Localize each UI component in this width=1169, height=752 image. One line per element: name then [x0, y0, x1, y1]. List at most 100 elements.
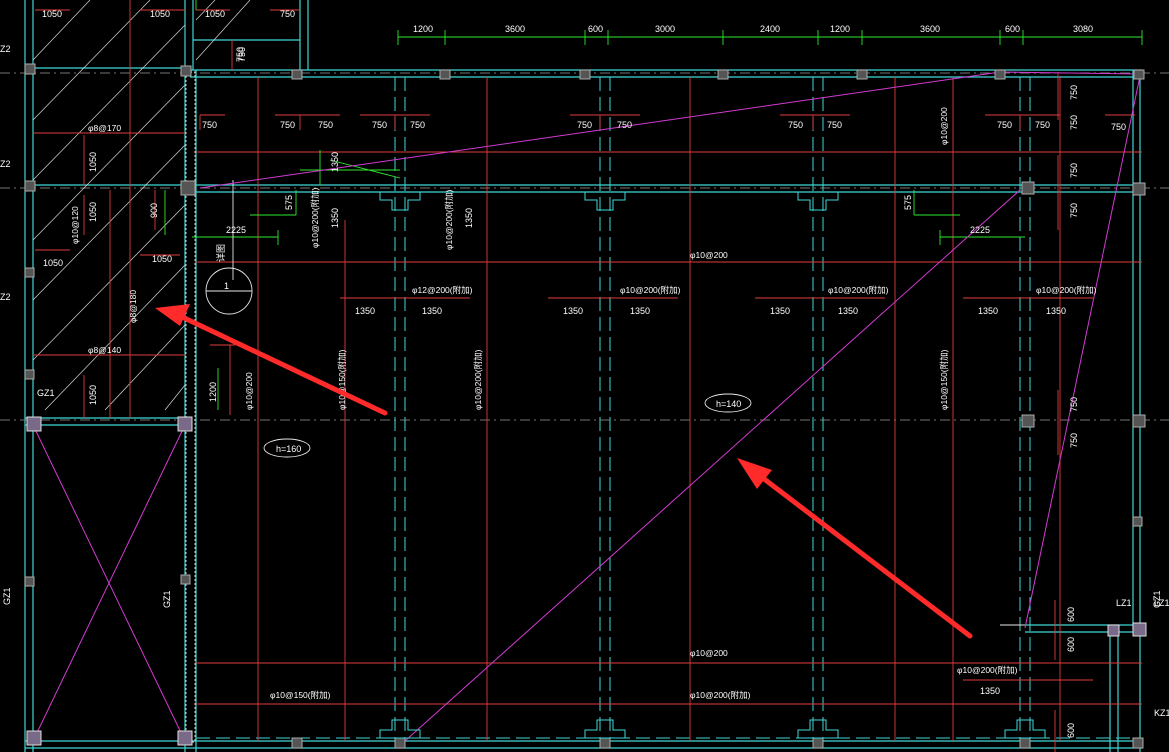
- column-label: LZ1: [1154, 598, 1169, 608]
- columns: [24, 63, 1147, 749]
- dim-label: 750: [318, 120, 333, 130]
- rebar-note: φ10@200(附加): [1036, 285, 1097, 295]
- misc-dimension-labels: 1050 1050 1050 1050 1050 900 575 575 222…: [43, 47, 1079, 738]
- dim-label: 750: [280, 120, 295, 130]
- dim-label: 1350: [1046, 306, 1066, 316]
- magenta-lines: [32, 71, 1141, 742]
- dim-label: 1350: [980, 686, 1000, 696]
- annotation-arrows: [155, 304, 973, 639]
- rebar-note: φ8@140: [88, 345, 121, 355]
- dim-label: 750: [280, 9, 295, 19]
- rebar-note: φ10@200(附加): [828, 285, 889, 295]
- dim-label: 750: [577, 120, 592, 130]
- dim-label: 2400: [760, 24, 780, 34]
- column-label: Z2: [0, 44, 11, 54]
- column-label: GZ1: [2, 587, 12, 605]
- dim-label: 600: [1005, 24, 1020, 34]
- dim-label: 1050: [150, 9, 170, 19]
- dim-label: 2225: [970, 225, 990, 235]
- dim-label: 1050: [43, 258, 63, 268]
- rebar-note: φ10@200: [939, 107, 949, 145]
- dim-label: 575: [284, 195, 294, 210]
- dim-label: 2225: [226, 225, 246, 235]
- rebar-note: φ10@150(附加): [939, 349, 949, 410]
- column-label: GZ1: [162, 590, 172, 608]
- dim-label: 600: [588, 24, 603, 34]
- dim-label: 1350: [464, 208, 474, 228]
- dim-label: 600: [1066, 723, 1076, 738]
- dim-label: 750: [1069, 163, 1079, 178]
- rebar-note: φ10@200(附加): [957, 665, 1018, 675]
- slab-thickness-label: h=160: [276, 444, 301, 454]
- column-label: Z2: [0, 292, 11, 302]
- dim-label: 1350: [978, 306, 998, 316]
- dim-label: 1200: [208, 382, 218, 402]
- rebar-note: φ12@200(附加): [412, 285, 473, 295]
- slab-hatching: [32, 0, 251, 411]
- column-labels: GZ1 GZ1 GZ1 GZ1 LZ1 LZ1 KZ1 Z2 Z2 Z2: [0, 44, 1169, 718]
- dim-label: 1050: [88, 152, 98, 172]
- dim-label: 1050: [88, 385, 98, 405]
- dim-label: 1350: [563, 306, 583, 316]
- rebar-note: φ8@170: [88, 123, 121, 133]
- slab-thickness-label: h=140: [716, 399, 741, 409]
- rebar-note: φ10@120: [70, 206, 80, 244]
- dim-label: 1350: [838, 306, 858, 316]
- dim-label: 750: [1111, 122, 1126, 132]
- rebar-note: φ10@200(附加): [444, 189, 454, 250]
- dim-label: 1350: [630, 306, 650, 316]
- dim-label: 1350: [770, 306, 790, 316]
- rebar-note: φ10@200: [690, 250, 728, 260]
- dim-label: 1050: [88, 202, 98, 222]
- dim-label: 750: [1069, 433, 1079, 448]
- dim-label: 3000: [655, 24, 675, 34]
- dim-label: 750: [235, 47, 245, 62]
- dim-label: 1050: [42, 9, 62, 19]
- dim-label: 750: [1069, 203, 1079, 218]
- rebar-note: φ8@180: [128, 290, 138, 323]
- dim-label: 750: [1069, 115, 1079, 130]
- dim-label: 750: [1035, 120, 1050, 130]
- column-label: LZ1: [1116, 598, 1132, 608]
- rebar-note: φ10@200: [244, 372, 254, 410]
- rebar-note: φ10@200: [690, 648, 728, 658]
- rebar-note: φ10@200(附加): [620, 285, 681, 295]
- dim-label: 750: [997, 120, 1012, 130]
- dim-label: 750: [617, 120, 632, 130]
- dim-label: 1050: [205, 9, 225, 19]
- top-left-dimension-labels: 1050 1050 1050 750 750: [42, 9, 295, 62]
- dim-label: 600: [1066, 607, 1076, 622]
- column-label: KZ1: [1154, 708, 1169, 718]
- rebar-note: φ10@150(附加): [337, 349, 347, 410]
- rebar-note: φ10@200(附加): [310, 187, 320, 248]
- dim-label: 750: [372, 120, 387, 130]
- dim-label: 750: [788, 120, 803, 130]
- dim-label: 575: [903, 195, 913, 210]
- dims-750: 750 750 750 750 750 750 750 750 750 750 …: [202, 85, 1126, 178]
- rebar-note: φ10@200(附加): [473, 349, 483, 410]
- section-number: 1: [224, 281, 229, 291]
- dims-1350: 1350 1350 1350 1350 1350 1350 1350 1350 …: [355, 306, 1066, 696]
- column-label: Z2: [0, 159, 11, 169]
- dim-label: 600: [1066, 637, 1076, 652]
- dim-label: 750: [202, 120, 217, 130]
- dim-label: 1350: [330, 208, 340, 228]
- hatched-wall: [185, 71, 196, 743]
- red-arrow-right: [752, 469, 973, 639]
- rebar-notes: φ8@170 φ10@120 φ8@180 φ8@140 φ10@200(附加)…: [70, 107, 1097, 700]
- cad-drawing-canvas: 1200 3600 600 3000 2400 1200 3600 600 30…: [0, 0, 1169, 752]
- dim-label: 1350: [330, 152, 340, 172]
- rebar-lines: [33, 0, 1142, 752]
- dim-label: 3080: [1073, 24, 1093, 34]
- dim-label: 1350: [422, 306, 442, 316]
- dim-label: 1050: [152, 254, 172, 264]
- dim-label: 1350: [355, 306, 375, 316]
- dim-label: 1200: [413, 24, 433, 34]
- dim-label: 750: [1069, 397, 1079, 412]
- dim-label: 750: [410, 120, 425, 130]
- section-note: 详图: [215, 244, 226, 262]
- dim-label: 3600: [505, 24, 525, 34]
- rebar-note: φ10@200(附加): [690, 690, 751, 700]
- column-label: GZ1: [37, 388, 55, 398]
- dim-label: 1200: [830, 24, 850, 34]
